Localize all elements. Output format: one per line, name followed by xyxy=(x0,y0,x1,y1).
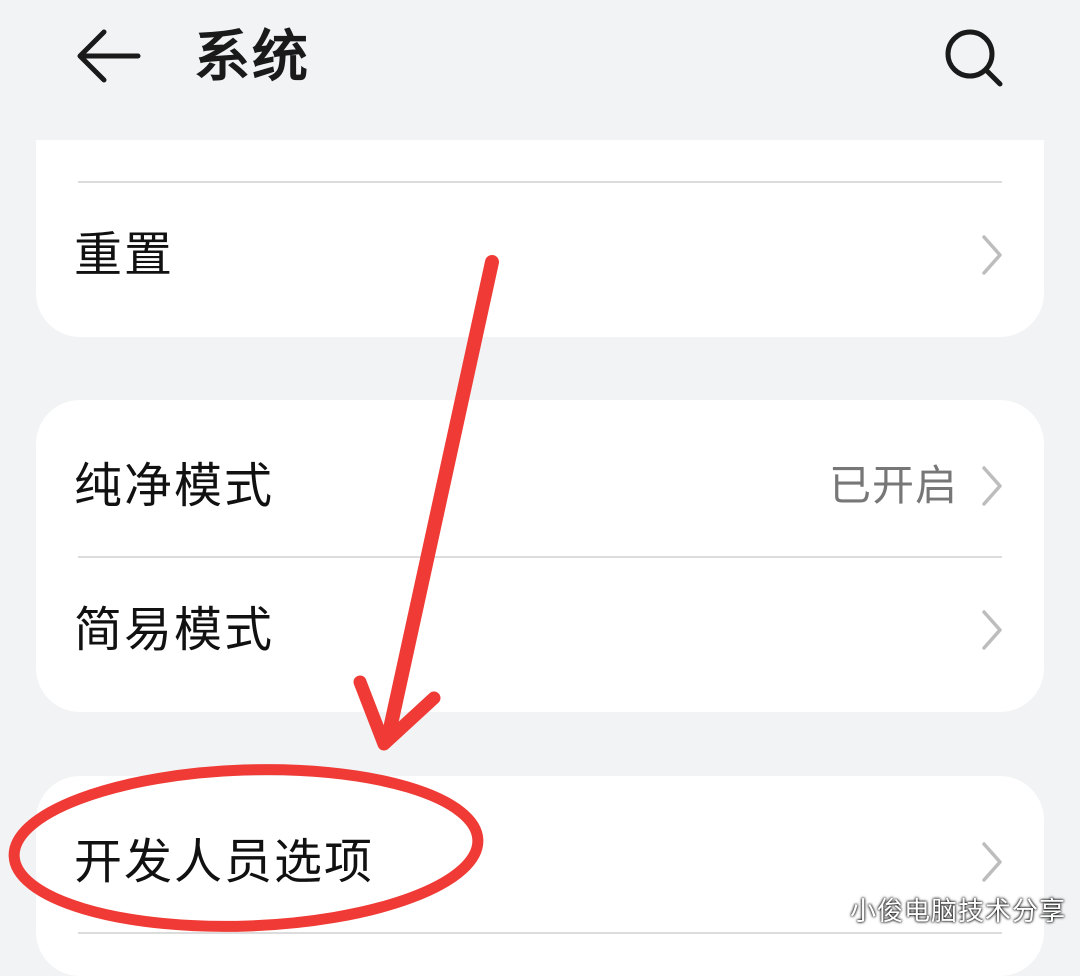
settings-group-2: 纯净模式 已开启 简易模式 xyxy=(36,400,1044,712)
chevron-right-icon xyxy=(982,235,1002,275)
row-label: 纯净模式 xyxy=(74,458,275,514)
chevron-right-icon xyxy=(982,842,1002,882)
search-icon[interactable] xyxy=(938,24,1010,96)
settings-row-pure-mode[interactable]: 纯净模式 已开启 xyxy=(36,400,1044,556)
row-label: 开发人员选项 xyxy=(74,834,375,890)
row-label: 简易模式 xyxy=(74,602,275,658)
settings-group-3: 开发人员选项 xyxy=(36,776,1044,976)
row-value: 已开启 xyxy=(828,461,958,510)
page-title: 系统 xyxy=(194,25,310,90)
app-header: 系统 xyxy=(0,0,1080,120)
chevron-right-icon xyxy=(982,466,1002,506)
settings-group-1: 重置 xyxy=(36,140,1044,337)
divider xyxy=(78,932,1002,934)
chevron-right-icon xyxy=(982,610,1002,650)
watermark: 小俊电脑技术分享 xyxy=(849,897,1066,927)
arrow-left-icon[interactable] xyxy=(72,24,144,88)
settings-row-reset[interactable]: 重置 xyxy=(36,183,1044,337)
settings-row-simple-mode[interactable]: 简易模式 xyxy=(36,558,1044,712)
row-label: 重置 xyxy=(74,227,175,283)
